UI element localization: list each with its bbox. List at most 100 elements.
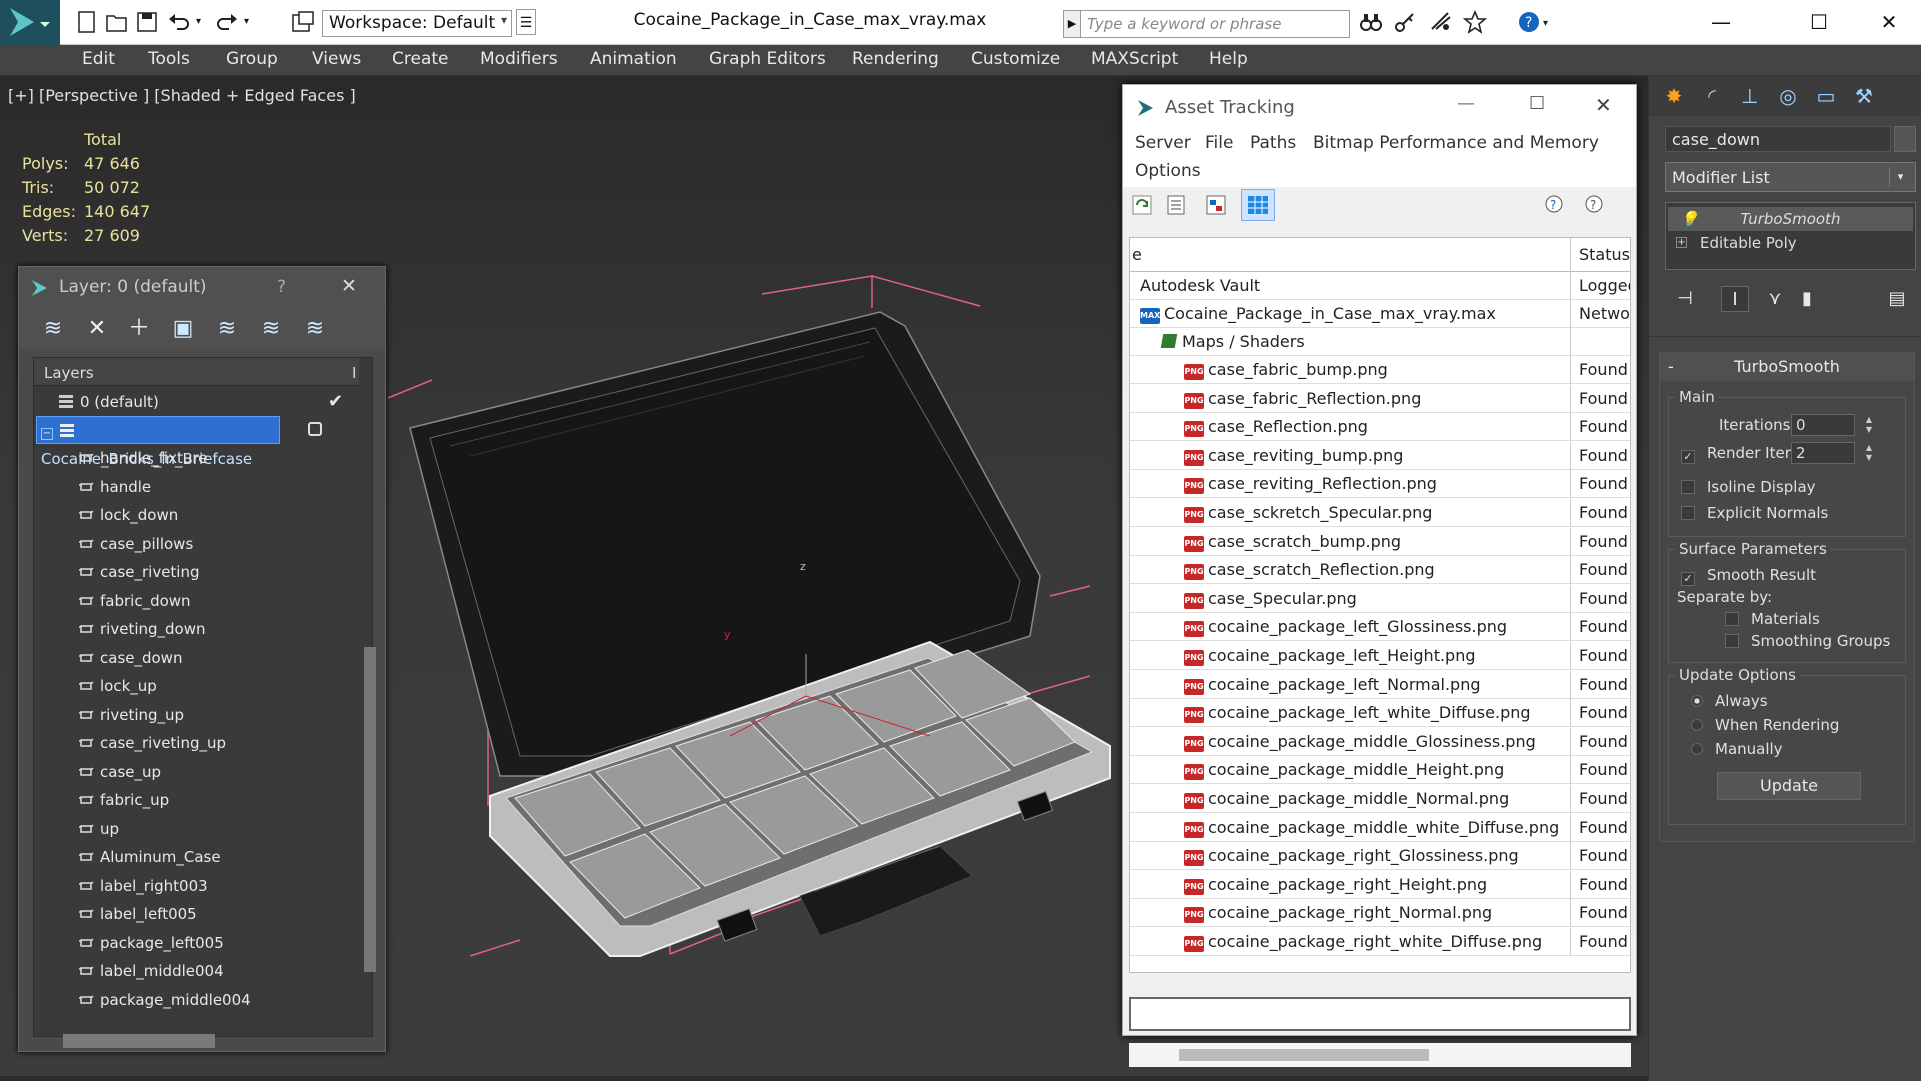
create-tab-icon[interactable]: ✸ [1659, 82, 1689, 110]
asset-row-scene-file[interactable]: MAX Cocaine_Package_in_Case_max_vray.max … [1130, 300, 1630, 328]
menu-help[interactable]: Help [1209, 49, 1248, 69]
asset-row-map[interactable]: PNG cocaine_package_middle_Height.png Foun… [1130, 756, 1630, 785]
current-layer-toggle[interactable] [308, 422, 322, 436]
layers-column-header[interactable]: Layers I [34, 358, 359, 386]
explicit-normals-checkbox[interactable] [1681, 506, 1695, 520]
smoothing-groups-checkbox[interactable] [1725, 634, 1739, 648]
configure-sets-icon[interactable]: ▤ [1883, 286, 1911, 312]
menu-modifiers[interactable]: Modifiers [480, 49, 558, 69]
utilities-tab-icon[interactable]: ⚒ [1849, 82, 1879, 110]
asset-panel-header[interactable]: Asset Tracking — ☐ ✕ [1123, 85, 1636, 129]
menu-create[interactable]: Create [392, 49, 449, 69]
help-button[interactable]: ? [277, 277, 286, 297]
hide-layers-icon[interactable]: ≋ [255, 315, 287, 343]
help-icon[interactable]: ? ▾ [1516, 9, 1556, 35]
make-unique-icon[interactable]: ⋎ [1761, 286, 1789, 312]
collapse-icon[interactable]: − [41, 428, 53, 440]
stack-item-turbosmooth[interactable]: 💡 TurboSmooth [1668, 207, 1913, 231]
layer-object-row[interactable]: case_down [78, 644, 318, 672]
delete-layer-icon[interactable]: ✕ [81, 315, 113, 343]
maximize-button[interactable]: ☐ [1529, 93, 1545, 114]
remove-modifier-icon[interactable]: ▮ [1793, 286, 1821, 312]
close-button[interactable]: ✕ [1595, 93, 1612, 117]
menu-rendering[interactable]: Rendering [852, 49, 939, 69]
layer-object-row[interactable]: package_left005 [78, 929, 318, 957]
object-color-swatch[interactable] [1894, 126, 1916, 152]
update-manually-radio[interactable] [1691, 743, 1703, 755]
undo-icon[interactable] [166, 9, 192, 35]
refresh-icon[interactable] [1131, 193, 1153, 217]
asset-row-map[interactable]: PNG cocaine_package_middle_Normal.png Foun… [1130, 785, 1630, 813]
object-name-field[interactable]: case_down [1665, 126, 1891, 152]
smooth-result-row[interactable]: ✓ Smooth Result [1681, 566, 1816, 586]
isoline-checkbox[interactable] [1681, 480, 1695, 494]
table-view-icon[interactable] [1241, 189, 1275, 221]
layer-object-row[interactable]: case_pillows [78, 530, 318, 558]
materials-checkbox[interactable] [1725, 612, 1739, 626]
key-icon[interactable] [1392, 9, 1418, 35]
menu-views[interactable]: Views [312, 49, 361, 69]
search-expand-button[interactable]: ▶ [1063, 10, 1081, 38]
asset-row-map[interactable]: PNG cocaine_package_left_Normal.png Found [1130, 670, 1630, 699]
asset-row-map[interactable]: PNG case_fabric_Reflection.png Found [1130, 384, 1630, 413]
menu-edit[interactable]: Edit [82, 49, 115, 69]
smoothing-groups-row[interactable]: Smoothing Groups [1725, 632, 1890, 650]
asset-row-map[interactable]: PNG case_scratch_bump.png Found [1130, 527, 1630, 556]
favorites-star-icon[interactable] [1462, 9, 1488, 35]
minimize-button[interactable]: — [1696, 6, 1746, 38]
materials-row[interactable]: Materials [1725, 610, 1820, 628]
layer-horizontal-scrollbar[interactable] [63, 1034, 215, 1048]
render-iters-row[interactable]: ✓ Render Iters: [1681, 444, 1804, 464]
layer-object-row[interactable]: label_middle004 [78, 957, 318, 985]
menu-paths[interactable]: Paths [1250, 133, 1296, 153]
expand-icon[interactable]: + [1676, 237, 1687, 248]
update-always-radio[interactable] [1691, 695, 1703, 707]
save-icon[interactable] [134, 9, 160, 35]
comm-center-icon[interactable] [1428, 9, 1454, 35]
menu-group[interactable]: Group [226, 49, 278, 69]
update-button[interactable]: Update [1717, 772, 1861, 800]
asset-path-field[interactable] [1129, 997, 1631, 1031]
spinner-arrows-icon[interactable]: ▲ ▼ [1866, 443, 1872, 463]
asset-row-map[interactable]: PNG cocaine_package_right_white_Diffuse.p… [1130, 928, 1630, 956]
redo-icon[interactable] [214, 9, 240, 35]
asset-row-map[interactable]: PNG case_scratch_Reflection.png Found [1130, 556, 1630, 585]
asset-horizontal-scrollbar[interactable] [1129, 1043, 1631, 1067]
pin-stack-icon[interactable]: ⊣ [1671, 286, 1699, 312]
show-end-result-icon[interactable]: I [1721, 286, 1749, 312]
isoline-row[interactable]: Isoline Display [1681, 478, 1816, 496]
modifier-list-dropdown[interactable]: Modifier List ▾ [1665, 162, 1916, 192]
whats-this-icon[interactable]: ? [1583, 193, 1607, 217]
layer-row-selected[interactable]: − Cocaine_Bricks_in_Briefcase [36, 416, 280, 468]
explicit-normals-row[interactable]: Explicit Normals [1681, 504, 1828, 522]
help-topic-icon[interactable]: ? [1543, 193, 1567, 217]
asset-row-map[interactable]: PNG case_reviting_bump.png Found [1130, 441, 1630, 470]
asset-row-map[interactable]: PNG case_Reflection.png Found [1130, 413, 1630, 442]
asset-row-maps-group[interactable]: Maps / Shaders [1130, 328, 1630, 356]
tree-view-icon[interactable] [1205, 193, 1227, 217]
redo-dropdown-icon[interactable]: ▾ [244, 9, 258, 35]
layer-object-row[interactable]: label_left005 [78, 900, 318, 928]
asset-row-map[interactable]: PNG case_sckretch_Specular.png Found [1130, 499, 1630, 527]
layer-object-row[interactable]: lock_up [78, 672, 318, 700]
undo-dropdown-icon[interactable]: ▾ [196, 9, 210, 35]
asset-row-map[interactable]: PNG cocaine_package_right_Glossiness.png F… [1130, 842, 1630, 871]
layer-object-row[interactable]: fabric_down [78, 587, 318, 615]
asset-row-map[interactable]: PNG case_reviting_Reflection.png Found [1130, 470, 1630, 499]
menu-server[interactable]: Server [1135, 133, 1191, 153]
minimize-button[interactable]: — [1457, 93, 1475, 114]
binoculars-icon[interactable] [1358, 9, 1384, 35]
column-header-status[interactable]: Status [1570, 238, 1630, 272]
hierarchy-tab-icon[interactable]: ⊥ [1735, 82, 1765, 110]
menu-file[interactable]: File [1205, 133, 1233, 153]
list-view-icon[interactable] [1165, 193, 1187, 217]
menu-maxscript[interactable]: MAXScript [1091, 49, 1178, 69]
workspace-dropdown[interactable]: Workspace: Default ▾ [322, 10, 512, 37]
layer-object-row[interactable]: fabric_up [78, 786, 318, 814]
asset-row-map[interactable]: PNG cocaine_package_right_Normal.png Found [1130, 899, 1630, 928]
scroll-thumb[interactable] [1179, 1049, 1429, 1061]
new-layer-icon[interactable]: ≋ [37, 315, 69, 343]
asset-row-vault[interactable]: Autodesk Vault Logged [1130, 272, 1630, 300]
maximize-button[interactable]: ☐ [1794, 6, 1844, 38]
menu-tools[interactable]: Tools [148, 49, 190, 69]
